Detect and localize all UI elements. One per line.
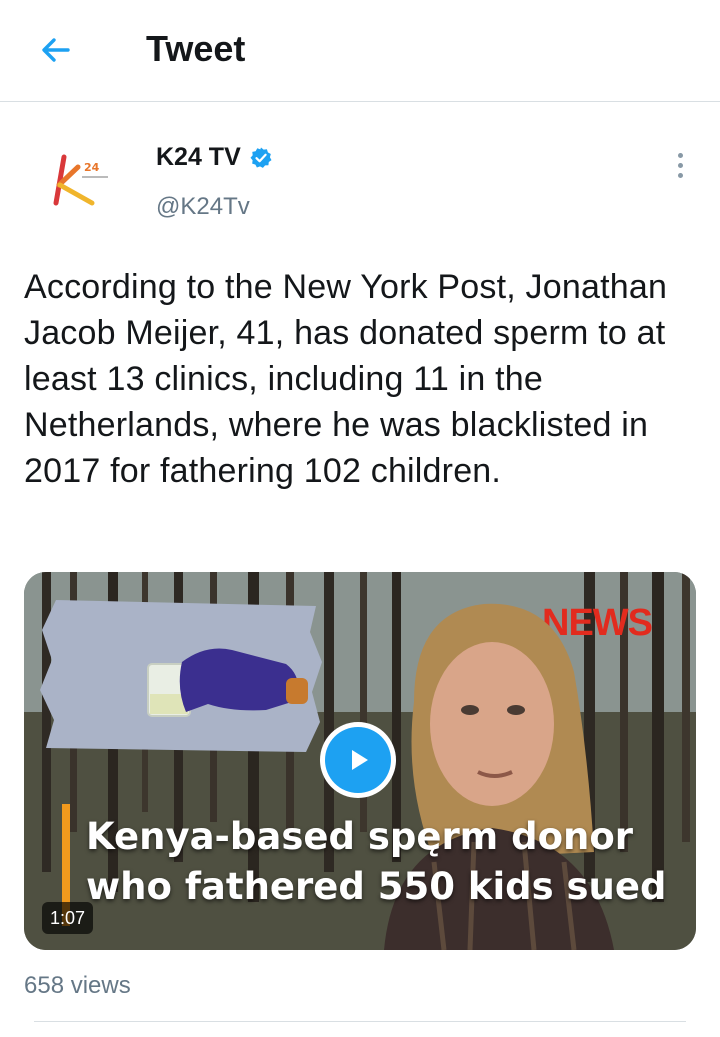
- arrow-left-icon: [42, 38, 70, 62]
- tweet-author: 24 K24 TV @K24Tv: [0, 103, 720, 243]
- author-handle[interactable]: @K24Tv: [156, 193, 250, 221]
- video-duration-badge: 1:07: [42, 902, 94, 934]
- video-player[interactable]: NEWS Kenya-based spęrm donor who fathere…: [24, 572, 696, 950]
- svg-text:24: 24: [84, 161, 100, 174]
- caption-line-2: who fathered 550 kids sued: [86, 865, 667, 908]
- specimen-cup-illustration: [40, 600, 322, 752]
- more-options-icon[interactable]: [660, 143, 700, 187]
- divider: [34, 1021, 686, 1022]
- author-name[interactable]: K24 TV: [156, 143, 273, 172]
- k24-logo: 24: [53, 154, 108, 206]
- top-bar: Tweet: [0, 0, 720, 102]
- caption-line-1: Kenya-based spęrm donor: [86, 815, 634, 858]
- verified-badge-icon: [249, 146, 273, 170]
- view-count: 658 views: [24, 972, 131, 999]
- author-name-text: K24 TV: [156, 143, 241, 171]
- play-button[interactable]: [320, 722, 396, 798]
- page-title: Tweet: [146, 28, 246, 69]
- avatar[interactable]: 24: [26, 127, 122, 223]
- play-icon: [352, 750, 368, 770]
- back-button[interactable]: [30, 24, 82, 76]
- tweet-text: According to the New York Post, Jonathan…: [24, 268, 668, 490]
- video-caption: Kenya-based spęrm donor who fathered 550…: [86, 812, 696, 912]
